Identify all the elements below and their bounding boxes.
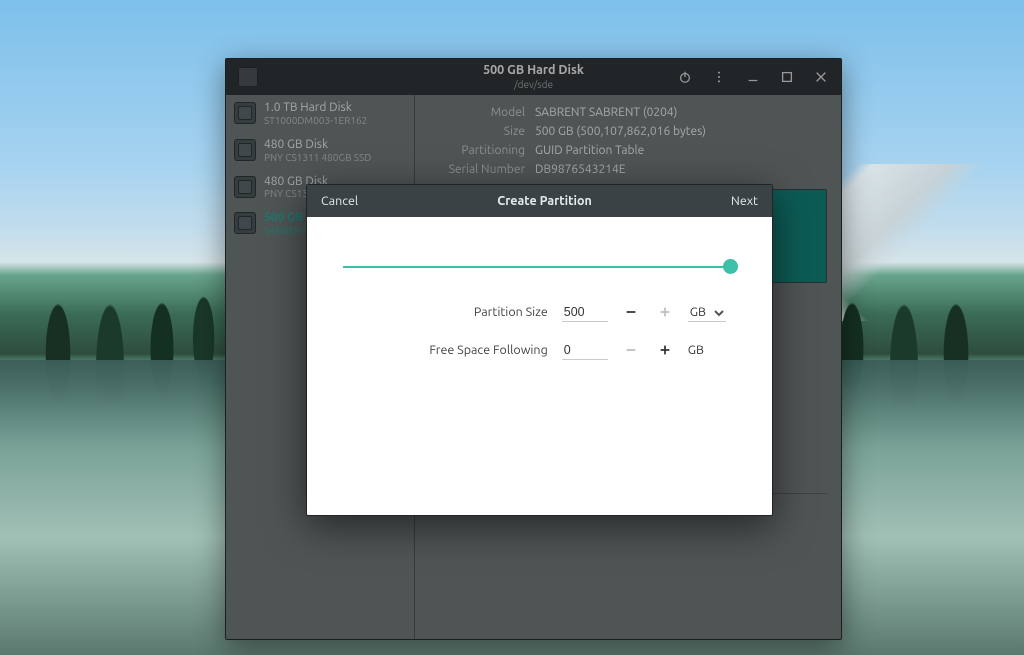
sidebar-item-disk[interactable]: 1.0 TB Hard Disk ST1000DM003-1ER162 <box>226 95 414 132</box>
kebab-menu-icon[interactable] <box>711 69 727 85</box>
slider-track <box>343 266 736 268</box>
power-icon[interactable] <box>677 69 693 85</box>
harddisk-icon <box>234 176 256 198</box>
disk-subtitle: PNY CS1311 480GB SSD <box>264 152 371 163</box>
create-partition-dialog: Cancel Create Partition Next Partition S… <box>306 184 773 516</box>
sidebar-item-disk[interactable]: 480 GB Disk PNY CS1311 480GB SSD <box>226 132 414 169</box>
harddisk-icon <box>234 139 256 161</box>
value-model: SABRENT SABRENT (0204) <box>535 106 677 119</box>
partition-size-decrement[interactable] <box>620 301 642 323</box>
label-size: Size <box>429 125 525 138</box>
label-free-space: Free Space Following <box>341 343 550 357</box>
value-serial: DB9876543214E <box>535 163 626 176</box>
value-size: 500 GB (500,107,862,016 bytes) <box>535 125 706 138</box>
window-titlebar: 500 GB Hard Disk /dev/sde <box>226 59 841 95</box>
disk-subtitle: ST1000DM003-1ER162 <box>264 115 367 126</box>
disk-title: 480 GB Disk <box>264 138 371 152</box>
free-space-decrement[interactable] <box>620 339 642 361</box>
minimize-icon[interactable] <box>745 69 761 85</box>
free-space-unit: GB <box>688 343 726 357</box>
dialog-title: Create Partition <box>497 194 592 208</box>
harddisk-icon <box>234 212 256 234</box>
app-icon <box>238 67 258 87</box>
harddisk-icon <box>234 102 256 124</box>
dialog-header: Cancel Create Partition Next <box>307 185 772 217</box>
free-space-input[interactable] <box>562 341 608 360</box>
label-part: Partitioning <box>429 144 525 157</box>
cancel-button[interactable]: Cancel <box>321 194 358 208</box>
slider-thumb[interactable] <box>723 259 738 274</box>
maximize-icon[interactable] <box>779 69 795 85</box>
partition-size-slider[interactable] <box>341 255 738 279</box>
value-part: GUID Partition Table <box>535 144 644 157</box>
close-icon[interactable] <box>813 69 829 85</box>
label-serial: Serial Number <box>429 163 525 176</box>
partition-size-input[interactable] <box>562 303 608 322</box>
label-partition-size: Partition Size <box>341 305 550 319</box>
partition-size-increment[interactable] <box>654 301 676 323</box>
label-model: Model <box>429 106 525 119</box>
unit-label: GB <box>690 305 706 319</box>
disk-title: 1.0 TB Hard Disk <box>264 101 367 115</box>
free-space-increment[interactable] <box>654 339 676 361</box>
partition-size-unit-select[interactable]: GB <box>688 303 726 322</box>
next-button[interactable]: Next <box>731 194 758 208</box>
chevron-down-icon <box>714 307 724 317</box>
